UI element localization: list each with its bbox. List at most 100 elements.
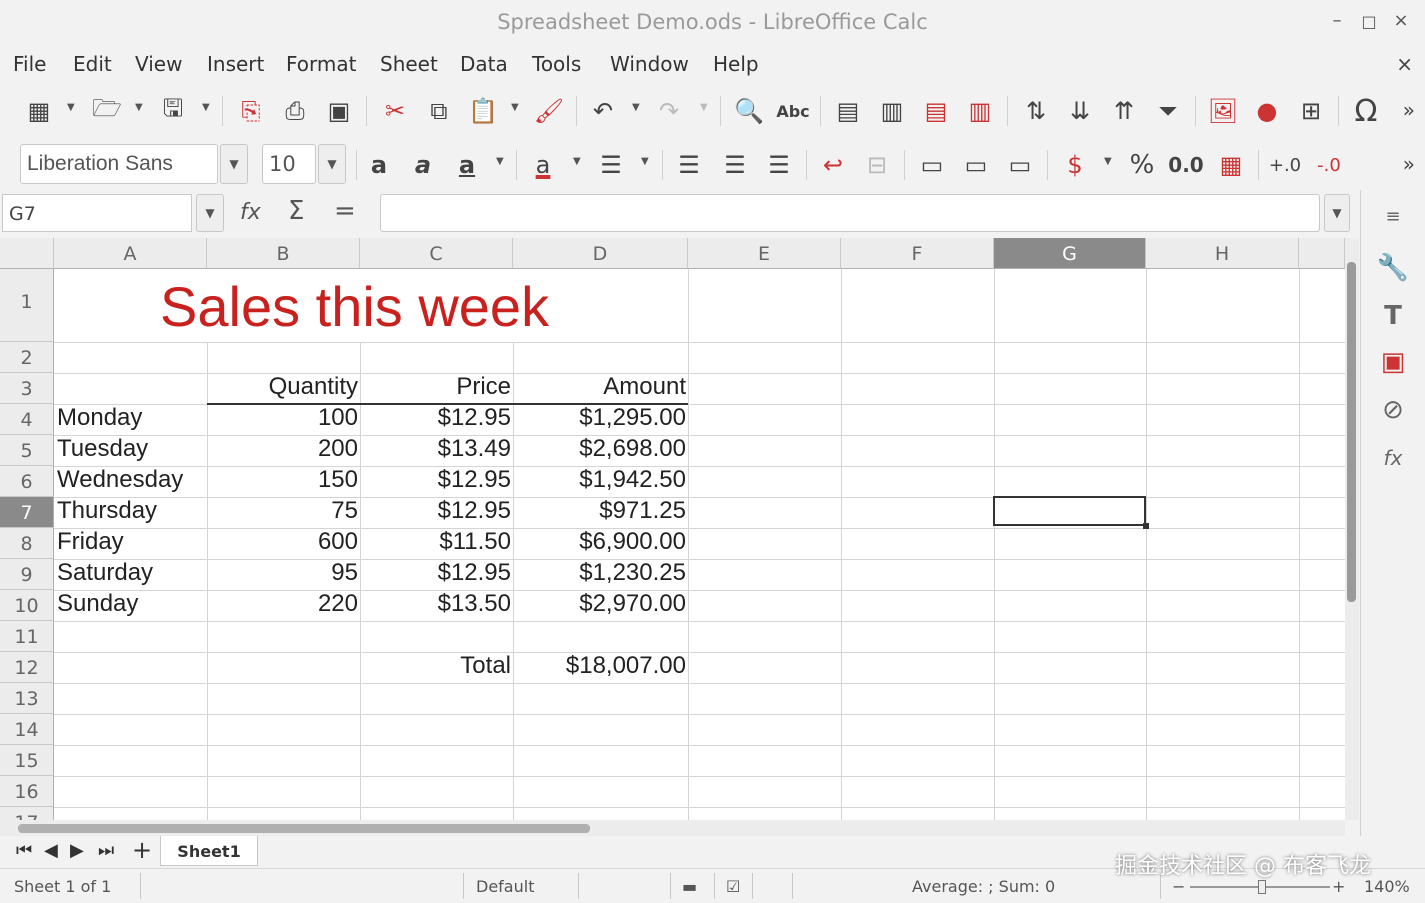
underline-dropdown-icon[interactable]: ▼ bbox=[496, 156, 504, 167]
open-dropdown-icon[interactable]: ▼ bbox=[135, 102, 143, 113]
align-top-icon[interactable]: ▭ bbox=[915, 148, 949, 182]
cell-price[interactable]: $12.95 bbox=[361, 404, 511, 432]
gallery-icon[interactable]: ▣ bbox=[1375, 344, 1411, 380]
cell-price[interactable]: $12.95 bbox=[361, 559, 511, 587]
align-right-icon[interactable]: ☰ bbox=[762, 148, 796, 182]
column-header-g[interactable]: G bbox=[994, 238, 1146, 269]
close-document-icon[interactable]: × bbox=[1396, 52, 1413, 76]
align-center-icon[interactable]: ☰ bbox=[718, 148, 752, 182]
cell-day[interactable]: Sunday bbox=[57, 590, 138, 618]
cell-amount[interactable]: $2,970.00 bbox=[514, 590, 686, 618]
save-dropdown-icon[interactable]: ▼ bbox=[202, 102, 210, 113]
last-sheet-icon[interactable]: ⏭ bbox=[98, 840, 114, 861]
pivot-table-icon[interactable]: ⊞ bbox=[1294, 94, 1328, 128]
font-color-dropdown-icon[interactable]: ▼ bbox=[573, 156, 581, 167]
cell-amount[interactable]: $1,230.25 bbox=[514, 559, 686, 587]
align-bottom-icon[interactable]: ▭ bbox=[1003, 148, 1037, 182]
italic-icon[interactable]: a bbox=[406, 148, 440, 182]
redo-dropdown-icon[interactable]: ▼ bbox=[700, 102, 708, 113]
percent-format-icon[interactable]: % bbox=[1125, 148, 1159, 182]
row-header-9[interactable]: 9 bbox=[0, 559, 54, 590]
cut-icon[interactable]: ✂ bbox=[378, 94, 412, 128]
menu-insert[interactable]: Insert bbox=[207, 52, 264, 76]
row-header-10[interactable]: 10 bbox=[0, 590, 54, 621]
close-window-button[interactable]: × bbox=[1390, 10, 1412, 31]
row-header-2[interactable]: 2 bbox=[0, 342, 54, 373]
row-header-1[interactable]: 1 bbox=[0, 269, 54, 342]
menu-format[interactable]: Format bbox=[286, 52, 356, 76]
menu-tools[interactable]: Tools bbox=[532, 52, 581, 76]
cell-quantity[interactable]: 100 bbox=[208, 404, 358, 432]
row-header-17[interactable]: 17 bbox=[0, 807, 54, 820]
autofill-handle[interactable] bbox=[1143, 523, 1149, 529]
vertical-scrollbar[interactable] bbox=[1345, 238, 1359, 820]
row-header-15[interactable]: 15 bbox=[0, 745, 54, 776]
new-dropdown-icon[interactable]: ▼ bbox=[67, 102, 75, 113]
menu-window[interactable]: Window bbox=[610, 52, 689, 76]
row-header-6[interactable]: 6 bbox=[0, 466, 54, 497]
menu-sheet[interactable]: Sheet bbox=[380, 52, 438, 76]
toolbar-more-icon[interactable]: » bbox=[1403, 98, 1415, 122]
clone-formatting-icon[interactable]: 🖌 bbox=[532, 94, 566, 128]
row-header-12[interactable]: 12 bbox=[0, 652, 54, 683]
font-size-dropdown-icon[interactable]: ▼ bbox=[318, 144, 346, 184]
cell-price[interactable]: $11.50 bbox=[361, 528, 511, 556]
cell-quantity[interactable]: 220 bbox=[208, 590, 358, 618]
print-preview-icon[interactable]: ▣ bbox=[322, 94, 356, 128]
row-icon[interactable]: ▤ bbox=[831, 94, 865, 128]
function-wizard-icon[interactable]: fx bbox=[240, 200, 261, 225]
column-header-h[interactable]: H bbox=[1146, 238, 1299, 269]
formula-input[interactable] bbox=[380, 194, 1320, 232]
sort-descending-icon[interactable]: ⇊ bbox=[1063, 94, 1097, 128]
font-name-dropdown-icon[interactable]: ▼ bbox=[220, 144, 248, 184]
spelling-icon[interactable]: Abc bbox=[776, 94, 810, 128]
background-color-icon[interactable]: ☰ bbox=[594, 148, 628, 182]
delete-decimal-place-icon[interactable]: -.0 bbox=[1312, 148, 1346, 182]
menu-edit[interactable]: Edit bbox=[73, 52, 112, 76]
styles-icon[interactable]: T bbox=[1375, 298, 1411, 334]
horizontal-scroll-thumb[interactable] bbox=[18, 824, 590, 833]
select-all-corner[interactable] bbox=[0, 238, 54, 269]
header-price[interactable]: Price bbox=[361, 373, 511, 401]
menu-help[interactable]: Help bbox=[713, 52, 759, 76]
properties-icon[interactable]: 🔧 bbox=[1375, 250, 1411, 286]
cell-day[interactable]: Saturday bbox=[57, 559, 153, 587]
column-header-i[interactable] bbox=[1299, 238, 1345, 269]
previous-sheet-icon[interactable]: ◀ bbox=[44, 840, 58, 861]
minimize-button[interactable]: – bbox=[1326, 10, 1348, 31]
autofilter-icon[interactable]: ⏷ bbox=[1151, 94, 1185, 128]
column-header-e[interactable]: E bbox=[688, 238, 841, 269]
total-value[interactable]: $18,007.00 bbox=[514, 652, 686, 680]
cell-price[interactable]: $12.95 bbox=[361, 497, 511, 525]
row-header-16[interactable]: 16 bbox=[0, 776, 54, 807]
sheet-tab[interactable]: Sheet1 bbox=[160, 836, 258, 866]
insert-columns-icon[interactable]: ▥ bbox=[963, 94, 997, 128]
find-replace-icon[interactable]: 🔍 bbox=[732, 94, 766, 128]
menu-data[interactable]: Data bbox=[460, 52, 508, 76]
insert-rows-icon[interactable]: ▤ bbox=[919, 94, 953, 128]
column-header-b[interactable]: B bbox=[207, 238, 360, 269]
header-quantity[interactable]: Quantity bbox=[208, 373, 358, 401]
bold-icon[interactable]: a bbox=[362, 148, 396, 182]
spreadsheet-grid[interactable]: A B C D E F G H 1 2 3 4 5 6 7 8 9 10 11 … bbox=[0, 238, 1345, 820]
row-header-13[interactable]: 13 bbox=[0, 683, 54, 714]
toolbar-more-icon[interactable]: » bbox=[1403, 152, 1415, 176]
redo-icon[interactable]: ↷ bbox=[652, 94, 686, 128]
cell-price[interactable]: $13.49 bbox=[361, 435, 511, 463]
zoom-slider-handle[interactable] bbox=[1258, 880, 1266, 894]
copy-icon[interactable]: ⧉ bbox=[422, 94, 456, 128]
sort-icon[interactable]: ⇅ bbox=[1019, 94, 1053, 128]
cell-day[interactable]: Thursday bbox=[57, 497, 157, 525]
cell-amount[interactable]: $6,900.00 bbox=[514, 528, 686, 556]
row-header-7[interactable]: 7 bbox=[0, 497, 54, 528]
font-size-input[interactable]: 10 bbox=[262, 144, 316, 184]
cell-day[interactable]: Friday bbox=[57, 528, 124, 556]
column-header-f[interactable]: F bbox=[841, 238, 994, 269]
cell-price[interactable]: $12.95 bbox=[361, 466, 511, 494]
align-left-icon[interactable]: ☰ bbox=[672, 148, 706, 182]
expand-formula-bar-icon[interactable]: ▼ bbox=[1324, 194, 1350, 232]
save-icon[interactable]: 🖫 bbox=[156, 94, 190, 128]
selection-mode-icon[interactable]: ▬ bbox=[682, 877, 697, 896]
currency-dropdown-icon[interactable]: ▼ bbox=[1104, 156, 1112, 167]
row-header-5[interactable]: 5 bbox=[0, 435, 54, 466]
